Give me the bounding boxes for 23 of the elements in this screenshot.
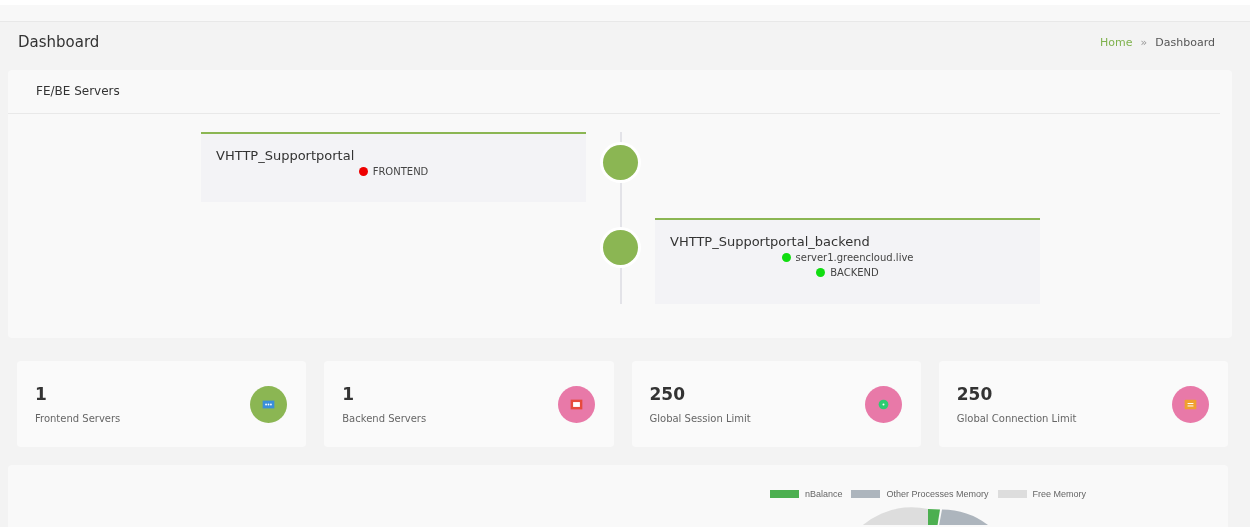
stat-label: Global Connection Limit: [956, 413, 1077, 424]
breadcrumb-link[interactable]: Home: [1100, 35, 1133, 49]
stat-label: Global Session Limit: [649, 413, 751, 424]
breadcrumb-current: Dashboard: [1155, 35, 1215, 49]
stat-value: 1: [35, 384, 48, 404]
stat-label: Backend Servers: [342, 413, 427, 424]
server-label: FRONTEND: [372, 166, 429, 177]
stat-value: 250: [649, 384, 686, 404]
panel-title: FE/BE Servers: [8, 70, 1220, 114]
stat-value: 250: [956, 384, 994, 404]
timeline-node-icon: [603, 230, 638, 265]
page-title: Dashboard: [18, 33, 100, 51]
server-label: server1.greencloud.live: [795, 252, 914, 263]
stat-label: Frontend Servers: [35, 413, 121, 424]
server-label: BACKEND: [830, 267, 879, 278]
legend-label: nBalance: [804, 489, 843, 499]
breadcrumb-separator: »: [1140, 35, 1148, 49]
timeline-node-icon: [603, 145, 638, 180]
stat-value: 1: [342, 384, 356, 404]
server-name: VHTTP_Supportportal_backend: [670, 234, 870, 249]
legend-label: Free Memory: [1032, 489, 1087, 499]
server-name: VHTTP_Supportportal: [216, 148, 355, 163]
legend-label: Other Processes Memory: [886, 489, 989, 499]
